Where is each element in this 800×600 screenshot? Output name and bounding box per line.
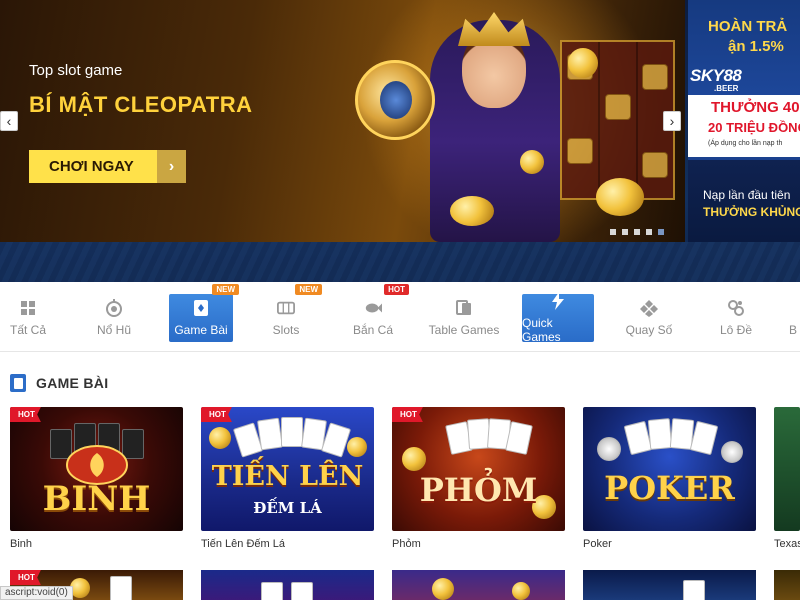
more-icon (786, 299, 800, 317)
carousel-dot-active[interactable] (658, 229, 664, 235)
category-label: Quick Games (522, 316, 561, 344)
game-card-row2[interactable] (774, 570, 800, 600)
category-lo-de[interactable]: Lô Đề (710, 294, 762, 342)
lightning-icon (549, 292, 567, 310)
first-deposit-text: Nạp lần đầu tiên (703, 188, 791, 202)
first-deposit-promo[interactable]: Nạp lần đầu tiên THƯỞNG KHỦNG (688, 160, 800, 242)
jackpot-icon (105, 299, 123, 317)
hero-area: Top slot game BÍ MẬT CLEOPATRA CHƠI NGAY… (0, 0, 800, 282)
game-name[interactable]: Texas (774, 538, 800, 550)
category-label: Lô Đề (719, 323, 753, 337)
category-quay-so[interactable]: Quay Số (620, 294, 678, 342)
bonus-amount: 20 TRIỆU ĐỒNG (708, 120, 800, 135)
game-card-texas[interactable] (774, 407, 800, 531)
cards-icon (192, 299, 210, 317)
promo-headline: HOÀN TRẢ (708, 18, 788, 35)
logo-text: SKY88 (690, 66, 742, 85)
table-icon (455, 299, 473, 317)
promo-rate: ận 1.5% (728, 38, 784, 55)
carousel-dot[interactable] (634, 229, 640, 235)
carousel-dots (610, 229, 664, 235)
game-name[interactable]: Binh (10, 538, 32, 550)
carousel-dot[interactable] (610, 229, 616, 235)
gold-coin (596, 178, 644, 216)
new-badge: NEW (212, 284, 239, 295)
game-card-poker[interactable]: POKER (583, 407, 756, 531)
scarab-orb (355, 60, 435, 140)
category-label: Tất Cả (9, 323, 46, 337)
hot-tag: HOT (10, 407, 41, 422)
grid-icon (19, 299, 37, 317)
play-now-button[interactable]: CHƠI NGAY › (29, 150, 186, 183)
category-slots[interactable]: NEW Slots (256, 284, 322, 342)
carousel-dot[interactable] (622, 229, 628, 235)
game-art-title: BINH (42, 479, 151, 519)
carousel-dot[interactable] (646, 229, 652, 235)
hot-tag: HOT (392, 407, 423, 422)
hot-tag: HOT (201, 407, 232, 422)
bonus-percent: THƯỞNG 40% (711, 99, 800, 116)
diamond-icon (640, 299, 658, 317)
game-art-title: TIẾN LÊN (211, 461, 364, 492)
game-card-row2[interactable] (392, 570, 565, 600)
game-art-title: PHỎM (419, 471, 538, 509)
slot-icon (277, 299, 295, 317)
play-now-label: CHƠI NGAY (29, 150, 157, 183)
game-card-row2[interactable] (201, 570, 374, 600)
section-title: GAME BÀI (36, 375, 109, 391)
game-card-tien-len[interactable]: TIẾN LÊN ĐẾM LÁ HOT (201, 407, 374, 531)
category-label: Game Bài (174, 323, 228, 337)
category-label: Nổ Hũ (96, 323, 131, 337)
game-card-binh[interactable]: BINH HOT (10, 407, 183, 531)
game-art-title: POKER (604, 469, 735, 507)
status-bar-url: ascript:void(0) (0, 586, 73, 600)
sky88-logo: SKY88 .BEER (690, 60, 752, 94)
main-banner[interactable]: Top slot game BÍ MẬT CLEOPATRA CHƠI NGAY… (0, 0, 685, 242)
first-deposit-bonus: THƯỞNG KHỦNG (703, 205, 800, 219)
category-label: Quay Số (625, 323, 673, 337)
carousel-next-button[interactable]: › (663, 111, 681, 131)
category-more[interactable]: B (786, 294, 800, 342)
category-game-bai[interactable]: NEW Game Bài (169, 284, 239, 342)
category-label: Table Games (428, 323, 500, 337)
chevron-left-icon: ‹ (6, 113, 12, 129)
category-label: B (788, 323, 797, 337)
cards-icon (10, 374, 26, 392)
balls-icon (727, 299, 745, 317)
chevron-right-icon: › (157, 150, 186, 183)
game-name[interactable]: Phỏm (392, 538, 421, 550)
category-quick-games[interactable]: Quick Games (522, 292, 594, 344)
game-name[interactable]: Poker (583, 538, 612, 550)
banner-subtitle: Top slot game (29, 62, 123, 79)
hot-badge: HOT (384, 284, 409, 295)
gold-coin (450, 196, 494, 226)
category-table-games[interactable]: Table Games (428, 294, 500, 342)
carousel-prev-button[interactable]: ‹ (0, 111, 18, 131)
category-no-hu[interactable]: Nổ Hũ (84, 294, 144, 342)
bonus-promo-card[interactable]: THƯỞNG 40% 20 TRIỆU ĐỒNG (Áp dụng cho lầ… (688, 95, 800, 157)
logo-subtext: .BEER (714, 84, 739, 93)
game-name[interactable]: Tiến Lên Đếm Lá (201, 538, 285, 550)
category-tat-ca[interactable]: Tất Cả (0, 294, 56, 342)
game-art-subtitle: ĐẾM LÁ (253, 499, 322, 517)
category-ban-ca[interactable]: HOT Bắn Cá (343, 284, 409, 342)
chevron-right-icon: › (669, 113, 675, 129)
banner-title: BÍ MẬT CLEOPATRA (29, 92, 253, 117)
hot-tag: HOT (10, 570, 41, 585)
category-label: Slots (272, 323, 300, 337)
category-bar: Tất Cả Nổ Hũ NEW Game Bài NEW Slots HOT … (0, 282, 800, 352)
category-label: Bắn Cá (352, 323, 394, 337)
section-header: GAME BÀI (10, 374, 108, 392)
game-card-row2[interactable] (583, 570, 756, 600)
game-card-phom[interactable]: PHỎM HOT (392, 407, 565, 531)
bonus-note: (Áp dụng cho lần nạp th (708, 140, 783, 147)
gold-coin (568, 48, 598, 78)
new-badge: NEW (295, 284, 322, 295)
fish-icon (364, 299, 382, 317)
gold-coin (520, 150, 544, 174)
